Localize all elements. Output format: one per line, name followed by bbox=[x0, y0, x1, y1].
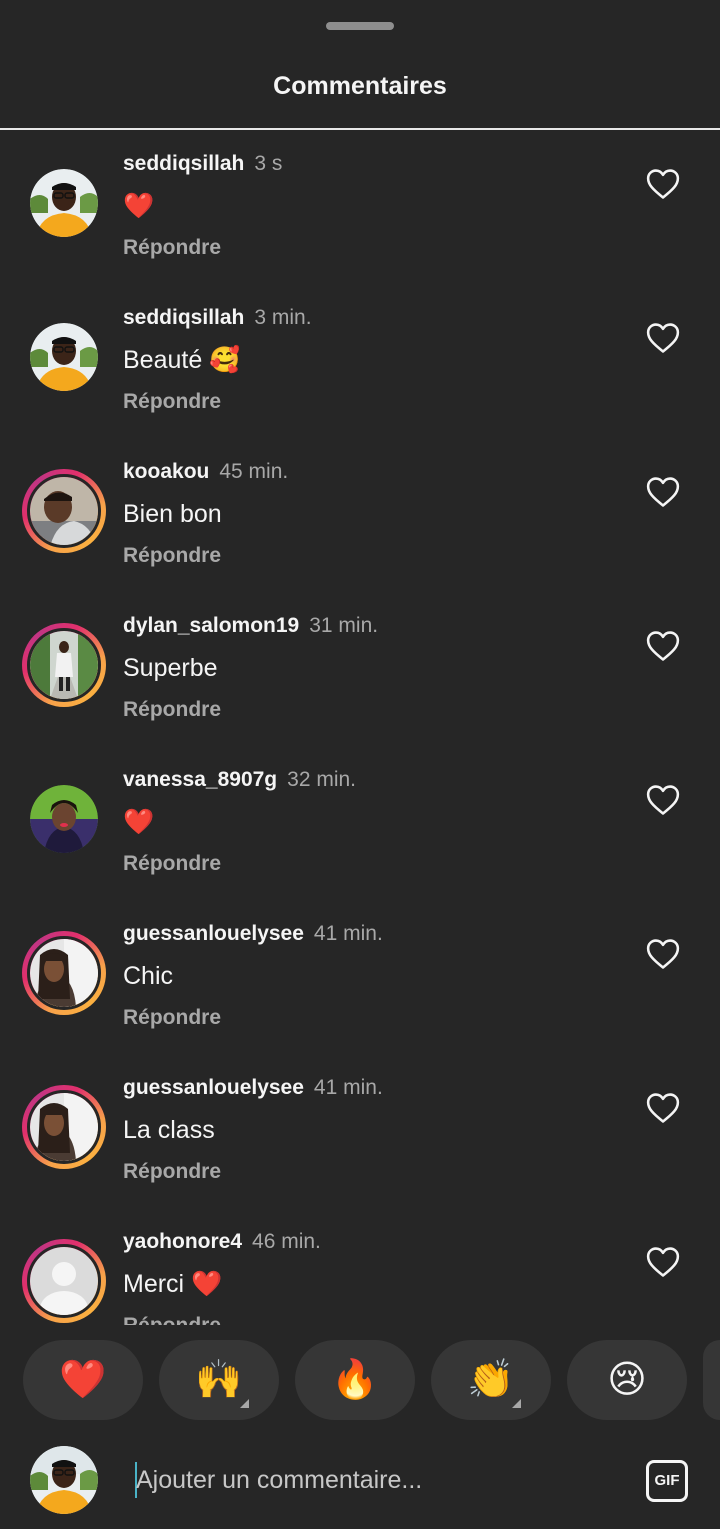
comment-meta: yaohonore4 46 min. bbox=[123, 1230, 321, 1254]
quick-reaction-button[interactable]: 🔥 bbox=[295, 1340, 415, 1420]
reaction-emoji: 👏 bbox=[467, 1359, 515, 1401]
comment-item[interactable]: vanessa_8907g 32 min. ❤️ Répondre bbox=[0, 746, 720, 900]
comment-username[interactable]: guessanlouelysee bbox=[123, 922, 304, 945]
comment-meta: guessanlouelysee 41 min. bbox=[123, 922, 383, 946]
reply-button[interactable]: Répondre bbox=[123, 698, 221, 722]
comment-composer: GIF bbox=[0, 1432, 720, 1529]
avatar-story-ring[interactable] bbox=[22, 623, 106, 707]
heart-icon[interactable] bbox=[646, 784, 680, 816]
comment-timestamp: 31 min. bbox=[309, 614, 379, 637]
comment-timestamp: 45 min. bbox=[219, 460, 289, 483]
comment-text: Chic bbox=[123, 962, 174, 990]
comment-text: ❤️ bbox=[123, 192, 155, 220]
comment-timestamp: 46 min. bbox=[252, 1230, 321, 1253]
comment-meta: kooakou 45 min. bbox=[123, 460, 288, 484]
comment-item[interactable]: kooakou 45 min. Bien bon Répondre bbox=[0, 438, 720, 592]
reply-button[interactable]: Répondre bbox=[123, 390, 221, 414]
reply-button[interactable]: Répondre bbox=[123, 544, 221, 568]
comment-text: Beauté 🥰 bbox=[123, 346, 241, 374]
comment-username[interactable]: dylan_salomon19 bbox=[123, 614, 299, 637]
comment-meta: guessanlouelysee 41 min. bbox=[123, 1076, 383, 1100]
comment-text: La class bbox=[123, 1116, 215, 1144]
quick-reactions-bar: ❤️ 🙌 🔥 👏 😢 bbox=[0, 1340, 720, 1420]
comment-text: Bien bon bbox=[123, 500, 222, 528]
current-user-avatar bbox=[30, 1446, 98, 1514]
comment-item[interactable]: guessanlouelysee 41 min. Chic Répondre bbox=[0, 900, 720, 1054]
reply-button[interactable]: Répondre bbox=[123, 852, 221, 876]
variants-indicator-icon bbox=[512, 1399, 521, 1408]
avatar-story-ring[interactable] bbox=[22, 469, 106, 553]
comment-timestamp: 41 min. bbox=[313, 922, 383, 945]
reaction-emoji: ❤️ bbox=[59, 1359, 107, 1401]
heart-icon[interactable] bbox=[646, 938, 680, 970]
comments-sheet: Commentaires seddiqsillah 3 s ❤️ Répondre bbox=[0, 0, 720, 1529]
comment-meta: dylan_salomon19 31 min. bbox=[123, 614, 378, 638]
heart-icon[interactable] bbox=[646, 1246, 680, 1278]
quick-reaction-button[interactable]: 😢 bbox=[567, 1340, 687, 1420]
comment-meta: vanessa_8907g 32 min. bbox=[123, 768, 356, 792]
quick-reaction-button-partial[interactable] bbox=[703, 1340, 720, 1420]
avatar-container[interactable] bbox=[22, 315, 106, 399]
avatar-story-ring[interactable] bbox=[22, 1085, 106, 1169]
avatar bbox=[27, 1244, 101, 1318]
avatar-story-ring[interactable] bbox=[22, 931, 106, 1015]
comment-username[interactable]: seddiqsillah bbox=[123, 152, 244, 175]
avatar bbox=[30, 323, 98, 391]
reply-button[interactable]: Répondre bbox=[123, 236, 221, 260]
heart-icon[interactable] bbox=[646, 1092, 680, 1124]
heart-icon[interactable] bbox=[646, 476, 680, 508]
comment-input[interactable] bbox=[136, 1460, 616, 1500]
comment-timestamp: 3 min. bbox=[254, 306, 312, 329]
comment-username[interactable]: kooakou bbox=[123, 460, 209, 483]
quick-reaction-button[interactable]: 👏 bbox=[431, 1340, 551, 1420]
quick-reaction-button[interactable]: 🙌 bbox=[159, 1340, 279, 1420]
comment-item[interactable]: seddiqsillah 3 s ❤️ Répondre bbox=[0, 130, 720, 284]
comment-text: Merci ❤️ bbox=[123, 1270, 223, 1298]
avatar bbox=[27, 628, 101, 702]
avatar bbox=[27, 474, 101, 548]
sheet-title: Commentaires bbox=[273, 72, 447, 100]
gif-button[interactable]: GIF bbox=[646, 1460, 688, 1502]
comment-text: ❤️ bbox=[123, 808, 155, 836]
quick-reaction-button[interactable]: ❤️ bbox=[23, 1340, 143, 1420]
comment-username[interactable]: seddiqsillah bbox=[123, 306, 244, 329]
comment-meta: seddiqsillah 3 min. bbox=[123, 306, 312, 330]
heart-icon[interactable] bbox=[646, 630, 680, 662]
comment-text: Superbe bbox=[123, 654, 218, 682]
comment-timestamp: 41 min. bbox=[313, 1076, 383, 1099]
comment-username[interactable]: yaohonore4 bbox=[123, 1230, 242, 1253]
reaction-emoji: 😢 bbox=[607, 1359, 647, 1401]
comment-item[interactable]: dylan_salomon19 31 min. Superbe Répondre bbox=[0, 592, 720, 746]
comment-item[interactable]: seddiqsillah 3 min. Beauté 🥰 Répondre bbox=[0, 284, 720, 438]
comment-timestamp: 3 s bbox=[254, 152, 283, 175]
reaction-emoji: 🔥 bbox=[331, 1359, 379, 1401]
avatar-story-ring[interactable] bbox=[22, 1239, 106, 1323]
reaction-emoji: 🙌 bbox=[195, 1359, 243, 1401]
avatar bbox=[30, 169, 98, 237]
comment-username[interactable]: vanessa_8907g bbox=[123, 768, 277, 791]
heart-icon[interactable] bbox=[646, 168, 680, 200]
reply-button[interactable]: Répondre bbox=[123, 1314, 221, 1325]
avatar bbox=[27, 1090, 101, 1164]
reply-button[interactable]: Répondre bbox=[123, 1160, 221, 1184]
avatar-container[interactable] bbox=[22, 777, 106, 861]
comment-timestamp: 32 min. bbox=[287, 768, 357, 791]
comment-meta: seddiqsillah 3 s bbox=[123, 152, 282, 176]
reply-button[interactable]: Répondre bbox=[123, 1006, 221, 1030]
avatar bbox=[30, 785, 98, 853]
comment-item[interactable]: guessanlouelysee 41 min. La class Répondre bbox=[0, 1054, 720, 1208]
drag-handle[interactable] bbox=[326, 22, 394, 30]
comment-item[interactable]: yaohonore4 46 min. Merci ❤️ Répondre bbox=[0, 1208, 720, 1325]
avatar bbox=[27, 936, 101, 1010]
comment-username[interactable]: guessanlouelysee bbox=[123, 1076, 304, 1099]
variants-indicator-icon bbox=[240, 1399, 249, 1408]
avatar-container[interactable] bbox=[22, 161, 106, 245]
comment-list[interactable]: seddiqsillah 3 s ❤️ Répondre seddiqsillah 3 … bbox=[0, 130, 720, 1325]
heart-icon[interactable] bbox=[646, 322, 680, 354]
